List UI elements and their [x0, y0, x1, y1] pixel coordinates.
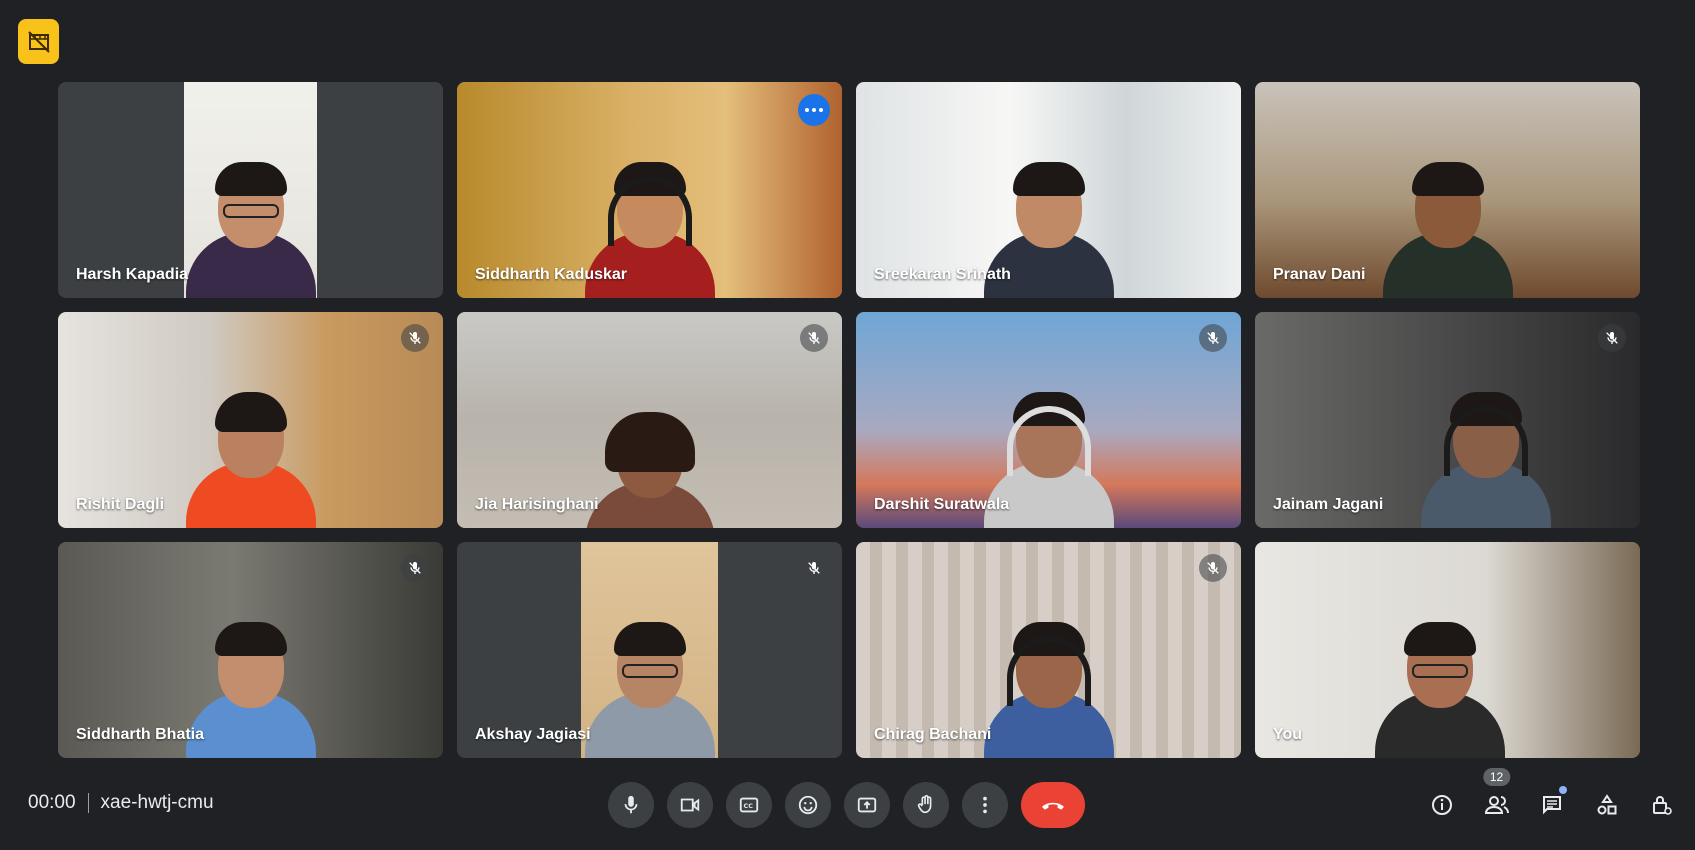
call-controls: CC — [608, 782, 1085, 828]
meeting-time: 00:00 — [28, 792, 76, 813]
muted-mic-icon — [1199, 554, 1227, 582]
participant-name: Harsh Kapadia — [76, 266, 189, 283]
chat-icon — [1542, 796, 1561, 815]
participant-name: Pranav Dani — [1273, 266, 1366, 283]
participant-tile[interactable]: Rishit Dagli — [58, 312, 443, 528]
unread-dot — [1559, 786, 1567, 794]
leave-call-button[interactable] — [1021, 782, 1085, 828]
present-screen-button[interactable] — [844, 782, 890, 828]
participant-name: Jia Harisinghani — [475, 496, 599, 513]
divider — [87, 793, 89, 813]
participant-tile[interactable]: Jia Harisinghani — [457, 312, 842, 528]
captions-button[interactable]: CC — [726, 782, 772, 828]
emoji-reaction-button[interactable] — [785, 782, 831, 828]
muted-mic-icon — [800, 324, 828, 352]
host-controls-icon — [1652, 796, 1672, 815]
recording-off-icon — [27, 30, 50, 53]
participant-name: Darshit Suratwala — [874, 496, 1010, 513]
activities-button[interactable] — [1583, 782, 1630, 828]
participant-tile[interactable]: Pranav Dani — [1255, 82, 1640, 298]
participant-name: Rishit Dagli — [76, 496, 165, 513]
participant-video — [1373, 128, 1523, 298]
more-options-button[interactable] — [798, 94, 830, 126]
present-screen-icon — [857, 797, 877, 813]
microphone-button[interactable] — [608, 782, 654, 828]
participant-name: Siddharth Kaduskar — [475, 266, 628, 283]
participant-tile[interactable]: Akshay Jagiasi — [457, 542, 842, 758]
activities-icon — [1597, 794, 1616, 815]
muted-mic-icon — [1199, 324, 1227, 352]
participant-name: Jainam Jagani — [1273, 496, 1384, 513]
participant-video — [974, 588, 1124, 758]
meeting-panels: 12 — [1418, 768, 1685, 828]
participant-video — [1365, 588, 1515, 758]
hangup-icon — [1042, 802, 1064, 810]
participant-video — [1411, 358, 1561, 528]
raise-hand-icon — [917, 795, 932, 814]
participant-video — [176, 358, 326, 528]
people-icon — [1484, 796, 1509, 814]
people-button[interactable]: 12 — [1473, 768, 1520, 828]
more-options-icon — [983, 796, 987, 814]
participant-name: You — [1273, 726, 1303, 743]
emoji-icon — [798, 795, 818, 815]
participant-video — [575, 588, 725, 758]
muted-mic-icon — [401, 554, 429, 582]
captions-icon: CC — [739, 797, 759, 813]
meeting-code: xae-hwtj-cmu — [100, 792, 214, 813]
recording-badge[interactable] — [18, 19, 59, 64]
raise-hand-button[interactable] — [903, 782, 949, 828]
info-icon — [1431, 795, 1452, 815]
participant-grid: Harsh Kapadia Siddharth Kaduskar Sreekar… — [58, 82, 1640, 758]
participant-tile[interactable]: Jainam Jagani — [1255, 312, 1640, 528]
meeting-info: 00:00 xae-hwtj-cmu — [28, 792, 214, 814]
bottom-control-bar: 00:00 xae-hwtj-cmu CC 12 — [0, 768, 1695, 834]
participant-tile[interactable]: Chirag Bachani — [856, 542, 1241, 758]
mic-icon — [624, 795, 638, 814]
chat-button[interactable] — [1528, 782, 1575, 828]
participant-tile[interactable]: Harsh Kapadia — [58, 82, 443, 298]
participant-name: Sreekaran Srinath — [874, 266, 1011, 283]
muted-mic-icon — [1598, 324, 1626, 352]
participant-tile[interactable]: Sreekaran Srinath — [856, 82, 1241, 298]
camera-button[interactable] — [667, 782, 713, 828]
participant-video — [176, 128, 326, 298]
muted-mic-icon — [800, 554, 828, 582]
participant-tile[interactable]: Siddharth Bhatia — [58, 542, 443, 758]
muted-mic-icon — [401, 324, 429, 352]
meeting-details-button[interactable] — [1418, 782, 1465, 828]
participant-name: Akshay Jagiasi — [475, 726, 591, 743]
host-controls-button[interactable] — [1638, 782, 1685, 828]
camera-icon — [680, 798, 700, 812]
participant-name: Siddharth Bhatia — [76, 726, 205, 743]
participant-tile-self[interactable]: You — [1255, 542, 1640, 758]
participant-tile[interactable]: Darshit Suratwala — [856, 312, 1241, 528]
participant-name: Chirag Bachani — [874, 726, 992, 743]
svg-text:CC: CC — [744, 802, 754, 810]
more-options-button[interactable] — [962, 782, 1008, 828]
participant-tile-active[interactable]: Siddharth Kaduskar — [457, 82, 842, 298]
participant-count-badge: 12 — [1482, 768, 1511, 786]
